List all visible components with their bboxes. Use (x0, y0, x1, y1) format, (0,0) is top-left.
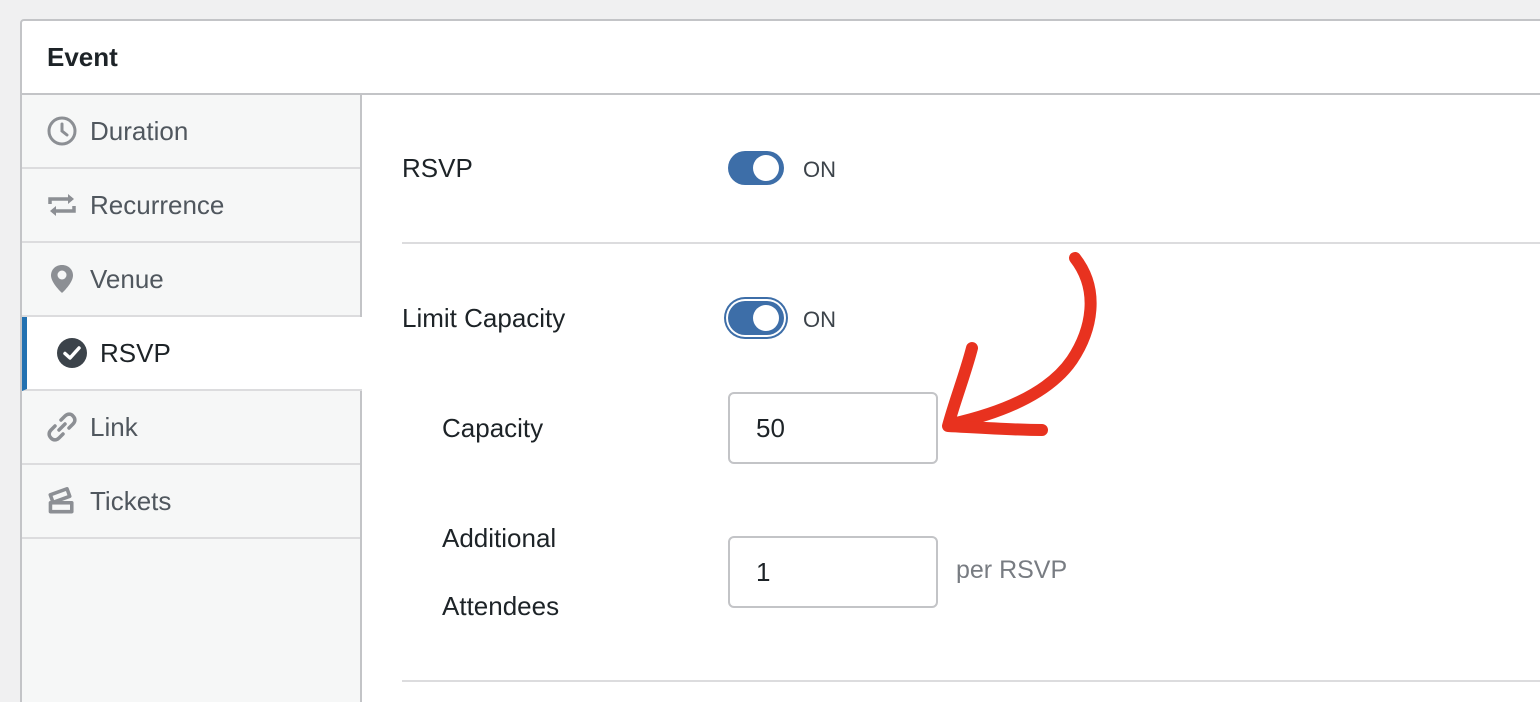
event-panel: Event Duration Recurrence Venue RSVP Lin… (20, 19, 1540, 702)
limit-capacity-toggle[interactable] (728, 301, 784, 335)
sidebar-item-label: Link (90, 411, 138, 442)
sidebar-item-label: RSVP (100, 337, 171, 368)
sidebar-item-duration[interactable]: Duration (22, 95, 360, 169)
limit-capacity-label: Limit Capacity (402, 303, 566, 333)
sidebar-item-recurrence[interactable]: Recurrence (22, 169, 360, 243)
link-icon (46, 411, 78, 443)
additional-attendees-input[interactable] (728, 536, 938, 608)
sidebar-item-label: Recurrence (90, 189, 225, 220)
panel-body: Duration Recurrence Venue RSVP Link Tick… (22, 95, 1540, 702)
capacity-label: Capacity (442, 413, 544, 443)
check-circle-icon (56, 337, 88, 369)
sidebar: Duration Recurrence Venue RSVP Link Tick… (22, 95, 362, 702)
sidebar-item-link[interactable]: Link (22, 391, 360, 465)
location-pin-icon (46, 263, 78, 295)
capacity-input[interactable] (728, 392, 938, 464)
rsvp-settings: RSVP ON Limit Capacity ON Capacity Addit… (362, 95, 1540, 702)
sidebar-item-label: Venue (90, 263, 164, 294)
toggle-knob (753, 305, 779, 331)
per-rsvp-suffix: per RSVP (956, 556, 1068, 584)
sidebar-item-label: Duration (90, 115, 189, 146)
rsvp-toggle[interactable] (728, 151, 784, 185)
rsvp-toggle-state: ON (803, 157, 836, 182)
divider (402, 680, 1540, 682)
clock-icon (46, 115, 78, 147)
limit-capacity-toggle-state: ON (803, 307, 836, 332)
toggle-knob (753, 155, 779, 181)
divider (402, 242, 1540, 244)
sidebar-item-label: Tickets (90, 485, 172, 516)
repeat-icon (46, 189, 78, 221)
sidebar-item-rsvp[interactable]: RSVP (22, 317, 362, 391)
panel-title: Event (22, 21, 1540, 95)
tickets-icon (46, 485, 78, 517)
sidebar-item-venue[interactable]: Venue (22, 243, 360, 317)
sidebar-item-tickets[interactable]: Tickets (22, 465, 360, 539)
rsvp-label: RSVP (402, 153, 473, 183)
additional-attendees-label-line1: Additional (442, 523, 557, 553)
additional-attendees-label-line2: Attendees (442, 591, 560, 621)
